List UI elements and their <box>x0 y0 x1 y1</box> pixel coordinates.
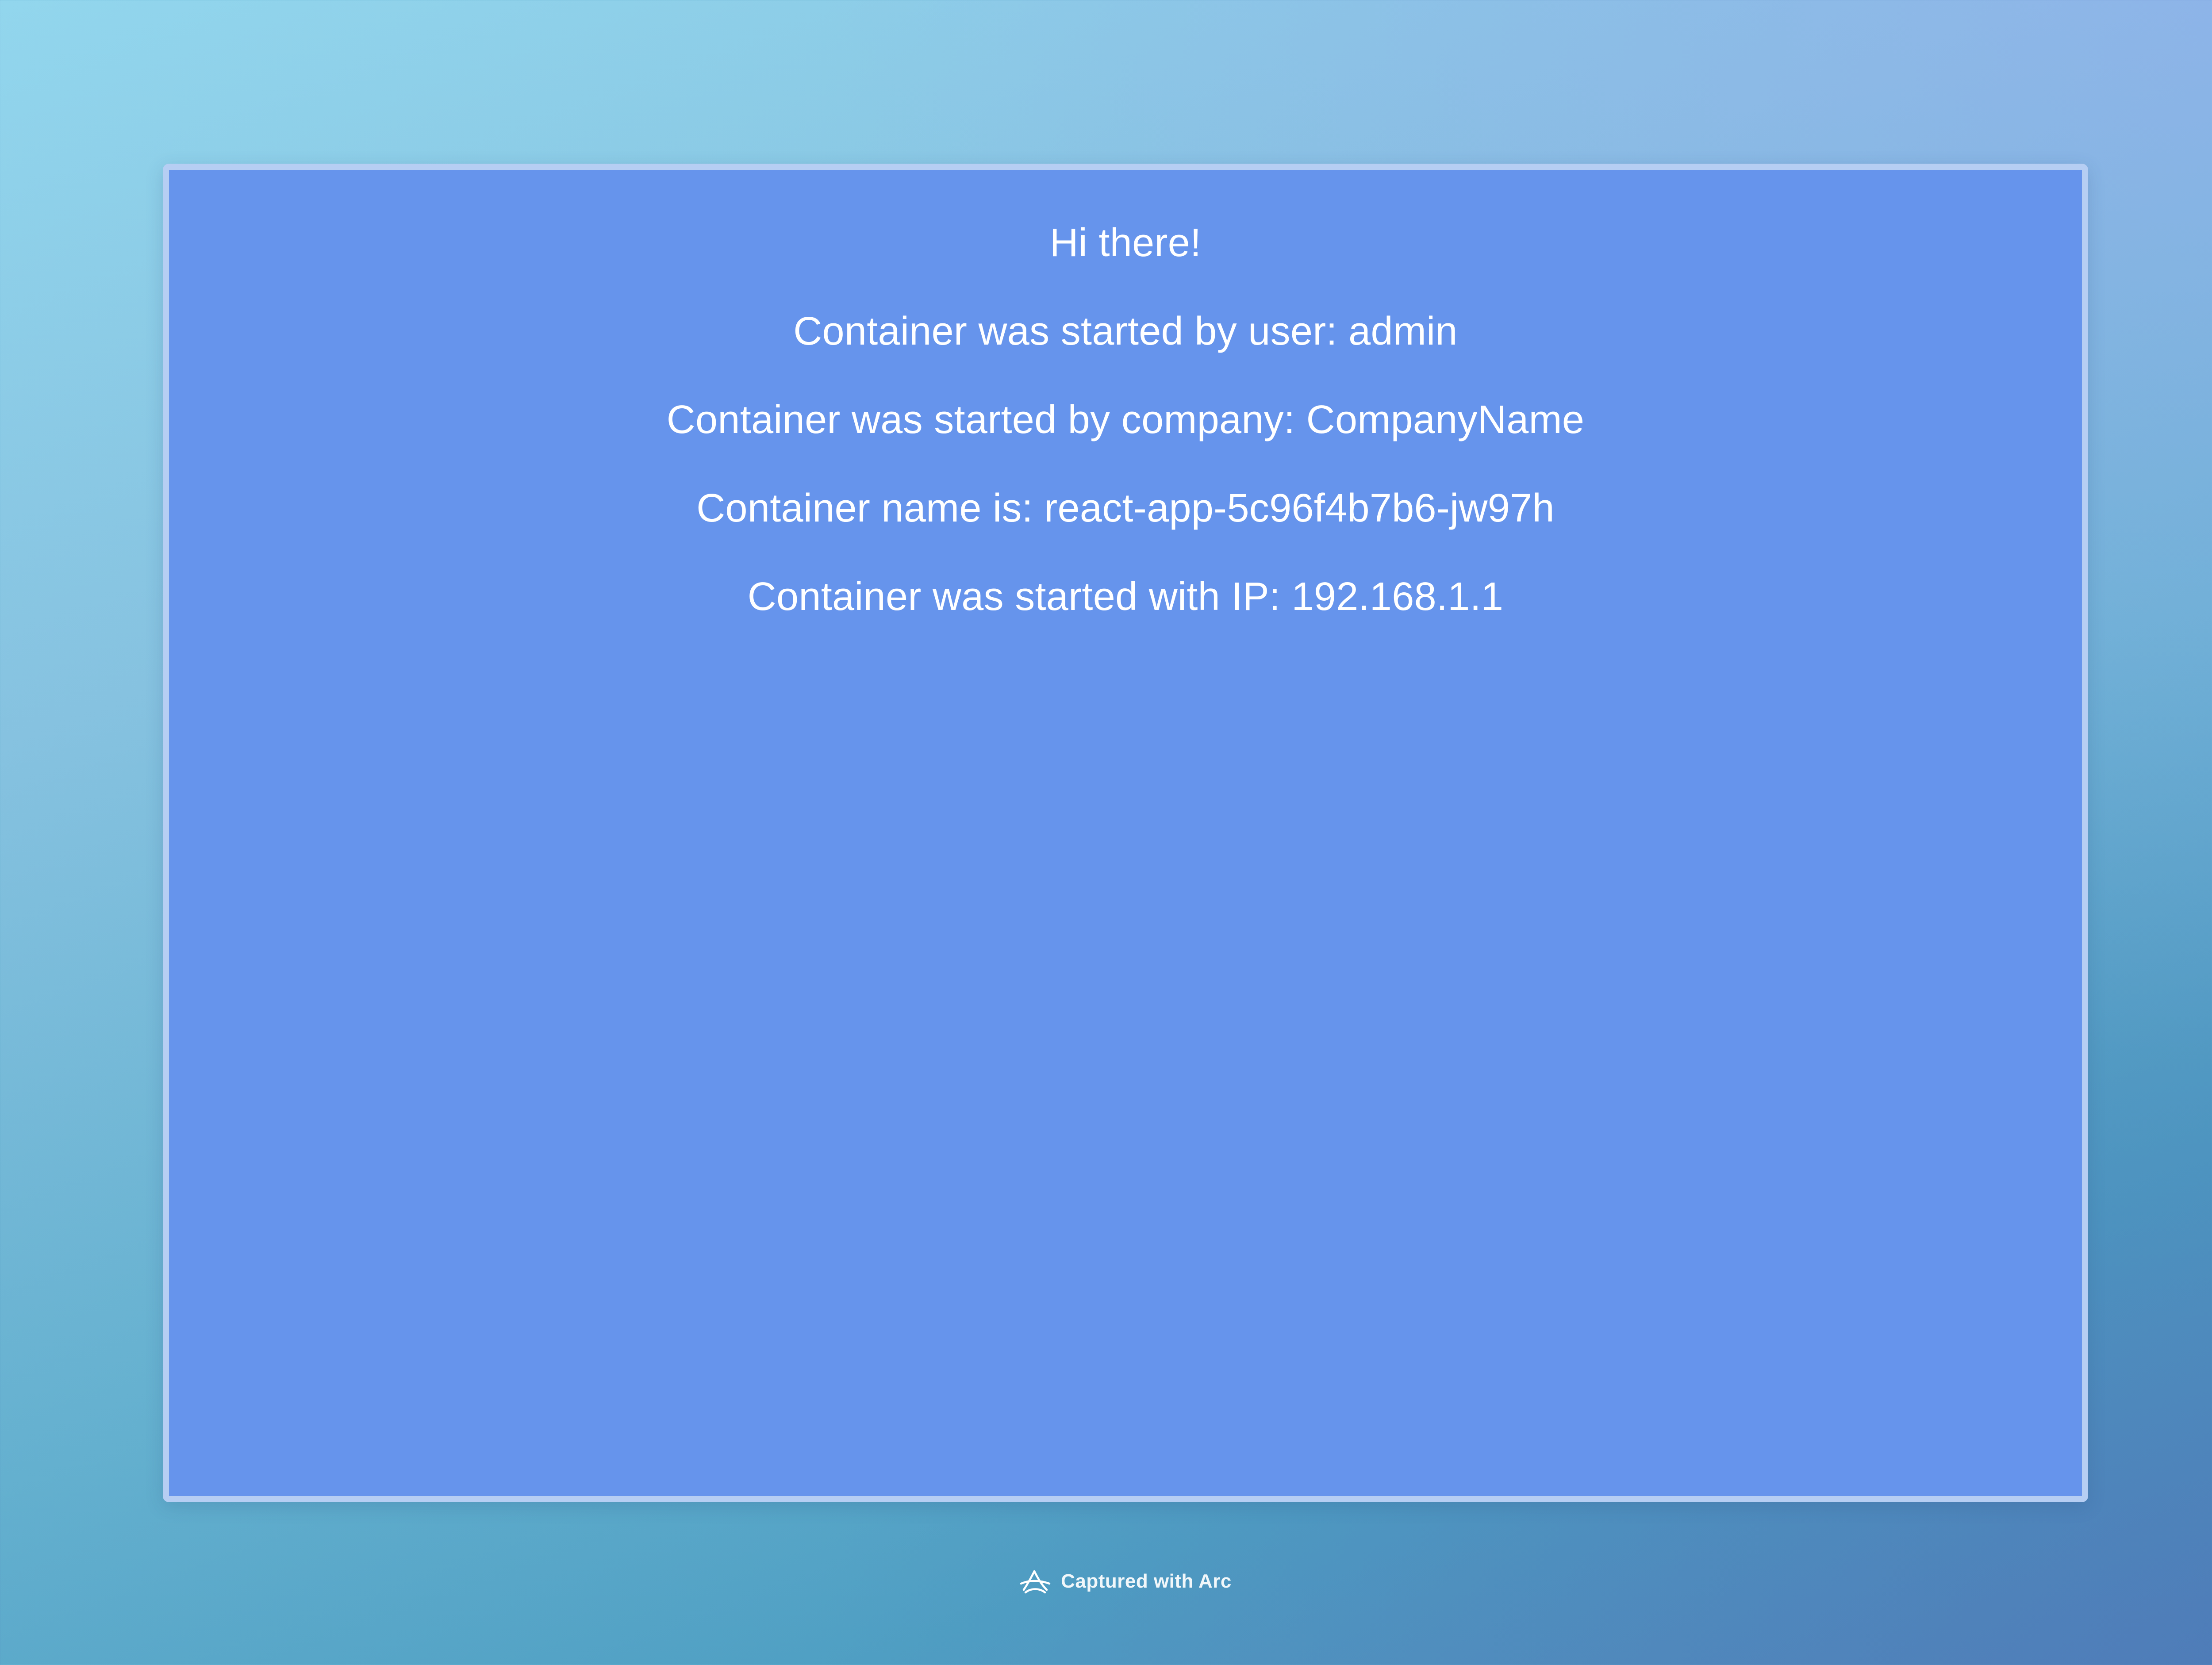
captured-page-frame: Hi there! Container was started by user:… <box>163 164 2088 1502</box>
greeting-text: Hi there! <box>1049 221 1202 265</box>
started-by-user-text: Container was started by user: admin <box>793 309 1458 353</box>
container-name-text: Container name is: react-app-5c96f4b7b6-… <box>696 486 1555 530</box>
app-content: Hi there! Container was started by user:… <box>169 170 2082 661</box>
footer-text: Captured with Arc <box>1061 1570 1232 1592</box>
captured-with-arc-footer: Captured with Arc <box>0 1564 2212 1599</box>
started-by-company-text: Container was started by company: Compan… <box>666 398 1585 442</box>
arc-logo-icon <box>1020 1570 1051 1594</box>
container-ip-text: Container was started with IP: 192.168.1… <box>747 575 1504 619</box>
